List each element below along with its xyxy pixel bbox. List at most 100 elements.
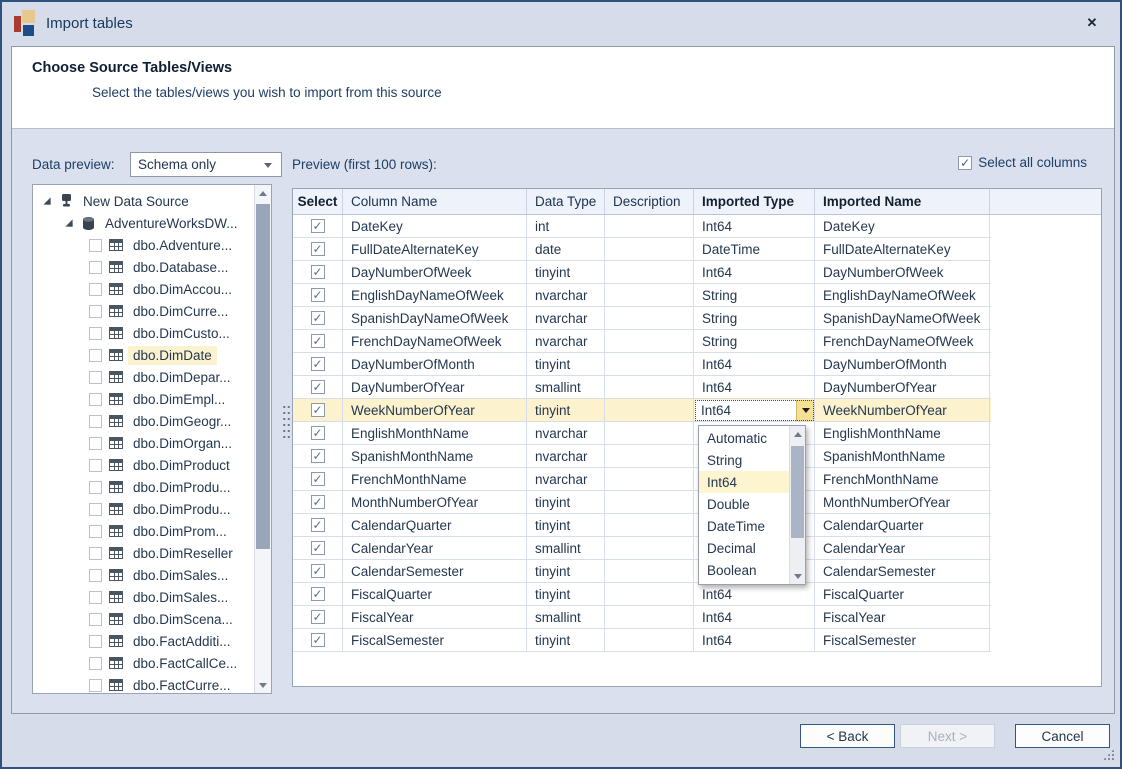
tree-scrollbar-thumb[interactable] [256,204,270,549]
row-checkbox[interactable] [311,288,325,302]
tree-item-checkbox[interactable] [89,261,102,274]
close-icon[interactable]: ✕ [1082,13,1102,33]
tree-item-checkbox[interactable] [89,239,102,252]
row-checkbox[interactable] [311,449,325,463]
row-checkbox[interactable] [311,495,325,509]
imported-type-combo[interactable]: Int64 [695,400,814,421]
tree-table-item[interactable]: dbo.DimReseller [33,542,254,564]
grid-row[interactable]: DateKey int Int64 DateKey [293,215,991,238]
row-checkbox[interactable] [311,587,325,601]
grid-row[interactable]: DayNumberOfWeek tinyint Int64 DayNumberO… [293,261,991,284]
tree-item-checkbox[interactable] [89,547,102,560]
tree-table-item[interactable]: dbo.DimScena... [33,608,254,630]
grid-row[interactable]: DayNumberOfYear smallint Int64 DayNumber… [293,376,991,399]
tree-item-checkbox[interactable] [89,437,102,450]
tree-table-item[interactable]: dbo.DimSales... [33,586,254,608]
scroll-down-icon[interactable] [790,568,805,584]
tree-table-item[interactable]: dbo.DimProm... [33,520,254,542]
tree-table-item[interactable]: dbo.DimGeogr... [33,410,254,432]
grid-column-header[interactable]: Description [605,189,694,214]
tree-item-checkbox[interactable] [89,283,102,296]
grid-row[interactable]: FiscalQuarter tinyint Int64 FiscalQuarte… [293,583,991,606]
tree-item-checkbox[interactable] [89,349,102,362]
imported-type-cell[interactable]: DateTime [694,238,815,260]
dropdown-option[interactable]: Decimal [699,537,789,559]
row-checkbox[interactable] [311,426,325,440]
tree-root-node[interactable]: New Data Source [33,190,254,212]
tree-item-checkbox[interactable] [89,503,102,516]
tree-item-checkbox[interactable] [89,327,102,340]
tree-table-item[interactable]: dbo.DimCusto... [33,322,254,344]
grid-row[interactable]: SpanishMonthName nvarchar SpanishMonthNa… [293,445,991,468]
dropdown-option[interactable]: Automatic [699,427,789,449]
tree-table-item[interactable]: dbo.DimSales... [33,564,254,586]
resize-grip[interactable] [1103,749,1114,760]
data-preview-select[interactable]: Schema only [130,152,282,177]
imported-type-cell[interactable]: Int64 [694,376,815,398]
next-button[interactable]: Next > [900,724,995,748]
tree-table-item[interactable]: dbo.DimEmpl... [33,388,254,410]
grid-row[interactable]: CalendarSemester tinyint CalendarSemeste… [293,560,991,583]
tree-item-checkbox[interactable] [89,305,102,318]
tree-table-item[interactable]: dbo.DimDate [33,344,254,366]
grid-row[interactable]: CalendarYear smallint CalendarYear [293,537,991,560]
tree-table-item[interactable]: dbo.DimProdu... [33,498,254,520]
grid-row[interactable]: FrenchMonthName nvarchar FrenchMonthName [293,468,991,491]
dropdown-option[interactable]: String [699,449,789,471]
row-checkbox[interactable] [311,357,325,371]
tree-item-checkbox[interactable] [89,525,102,538]
tree-item-checkbox[interactable] [89,591,102,604]
tree-table-item[interactable]: dbo.DimCurre... [33,300,254,322]
back-button[interactable]: < Back [800,724,895,748]
expander-icon[interactable] [43,197,50,204]
imported-type-cell[interactable]: String [694,307,815,329]
row-checkbox[interactable] [311,403,325,417]
imported-type-cell[interactable]: Int64 [694,215,815,237]
grid-column-header[interactable]: Select [293,189,343,214]
grid-column-header[interactable]: Column Name [343,189,527,214]
imported-type-cell[interactable]: Int64 Int64 [694,399,815,421]
row-checkbox[interactable] [311,564,325,578]
imported-type-cell[interactable]: String [694,284,815,306]
tree-item-checkbox[interactable] [89,679,102,692]
tree-database-node[interactable]: AdventureWorksDW... [33,212,254,234]
tree-item-checkbox[interactable] [89,657,102,670]
scroll-down-icon[interactable] [255,677,271,693]
tree-item-checkbox[interactable] [89,415,102,428]
tree-scrollbar[interactable] [254,185,271,693]
imported-type-cell[interactable]: String [694,330,815,352]
scroll-up-icon[interactable] [255,185,271,201]
imported-type-cell[interactable]: Int64 [694,606,815,628]
row-checkbox[interactable] [311,219,325,233]
dropdown-option[interactable]: Int64 [699,471,789,493]
expander-icon[interactable] [65,219,72,226]
grid-column-header[interactable]: Imported Name [815,189,990,214]
grid-row[interactable]: FiscalYear smallint Int64 FiscalYear [293,606,991,629]
tree-table-item[interactable]: dbo.Database... [33,256,254,278]
row-checkbox[interactable] [311,242,325,256]
grid-row[interactable]: SpanishDayNameOfWeek nvarchar String Spa… [293,307,991,330]
tree-table-item[interactable]: dbo.Adventure... [33,234,254,256]
grid-row[interactable]: FrenchDayNameOfWeek nvarchar String Fren… [293,330,991,353]
select-all-checkbox-icon[interactable] [958,156,972,170]
row-checkbox[interactable] [311,380,325,394]
dropdown-scrollbar[interactable] [789,426,805,584]
tree-item-checkbox[interactable] [89,371,102,384]
dropdown-option[interactable]: Double [699,493,789,515]
tree-item-checkbox[interactable] [89,481,102,494]
tree-table-item[interactable]: dbo.DimOrgan... [33,432,254,454]
grid-column-header[interactable] [990,189,1101,214]
tree-item-checkbox[interactable] [89,393,102,406]
row-checkbox[interactable] [311,541,325,555]
scroll-up-icon[interactable] [790,426,805,442]
tree-table-item[interactable]: dbo.FactAdditi... [33,630,254,652]
tree-table-item[interactable]: dbo.DimDepar... [33,366,254,388]
grid-row[interactable]: EnglishMonthName nvarchar EnglishMonthNa… [293,422,991,445]
tree-table-item[interactable]: dbo.DimProdu... [33,476,254,498]
tree-table-item[interactable]: dbo.FactCallCe... [33,652,254,674]
tree-table-item[interactable]: dbo.DimProduct [33,454,254,476]
row-checkbox[interactable] [311,265,325,279]
grid-row[interactable]: FullDateAlternateKey date DateTime FullD… [293,238,991,261]
row-checkbox[interactable] [311,610,325,624]
tree-item-checkbox[interactable] [89,613,102,626]
